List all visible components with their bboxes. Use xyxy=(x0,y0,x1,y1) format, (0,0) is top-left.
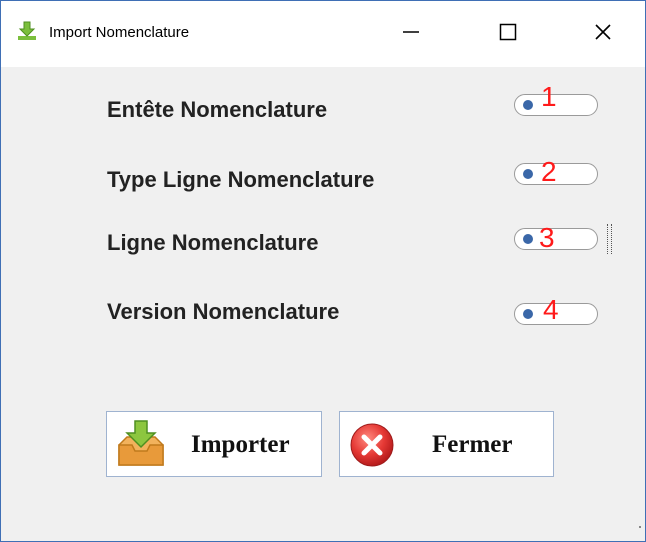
window-title: Import Nomenclature xyxy=(49,24,190,41)
import-down-arrow-icon xyxy=(15,19,39,43)
toggle-knob xyxy=(523,234,533,244)
close-icon xyxy=(593,22,613,47)
marker-2: 2 xyxy=(541,156,557,187)
import-button-label: Importer xyxy=(191,431,290,458)
row-label-version: Version Nomenclature xyxy=(107,299,340,324)
toggle-knob xyxy=(523,100,533,110)
close-button-label: Fermer xyxy=(432,431,513,458)
import-nomenclature-window: Import Nomenclature Entête Nomenclature … xyxy=(0,0,646,542)
resize-grip[interactable] xyxy=(639,526,641,528)
marker-3: 3 xyxy=(539,222,555,253)
toggle-knob xyxy=(523,309,533,319)
toggle-knob xyxy=(523,169,533,179)
maximize-button[interactable] xyxy=(473,1,543,67)
row-label-ligne: Ligne Nomenclature xyxy=(107,230,319,255)
red-x-circle-icon xyxy=(348,421,396,474)
minimize-icon xyxy=(401,22,421,47)
marker-4: 4 xyxy=(543,294,559,325)
close-button[interactable]: Fermer xyxy=(339,411,554,477)
focus-indicator xyxy=(607,224,612,254)
marker-1: 1 xyxy=(541,81,557,112)
inbox-download-icon xyxy=(115,419,167,476)
row-label-type-ligne: Type Ligne Nomenclature xyxy=(107,167,375,192)
row-label-entete: Entête Nomenclature xyxy=(107,97,328,122)
import-button[interactable]: Importer xyxy=(106,411,322,477)
title-bar: Import Nomenclature xyxy=(1,1,645,67)
toggle-ligne[interactable] xyxy=(514,228,598,250)
close-window-button[interactable] xyxy=(568,1,638,67)
maximize-icon xyxy=(498,22,518,47)
minimize-button[interactable] xyxy=(376,1,446,67)
